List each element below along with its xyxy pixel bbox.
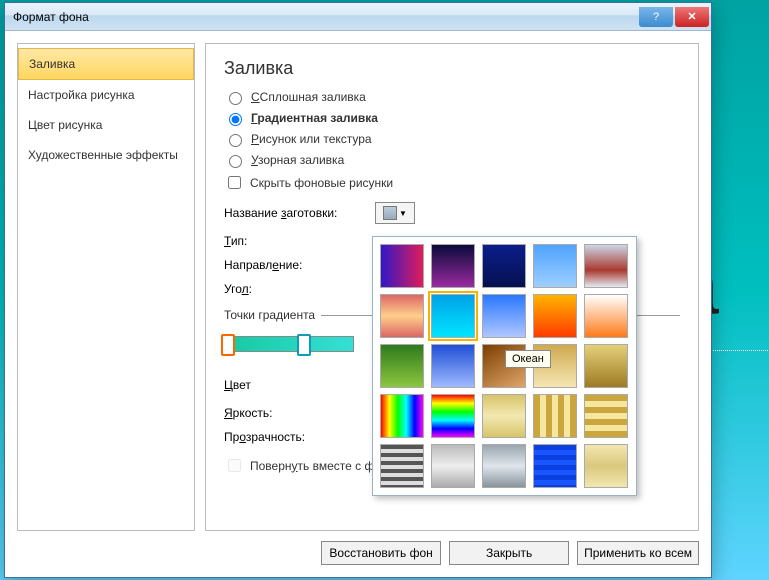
sidebar-item-color[interactable]: Цвет рисунка <box>18 110 194 140</box>
preset-p15[interactable] <box>584 344 628 388</box>
angle-label: Угол: <box>224 282 369 296</box>
brightness-label: Яркость: <box>224 406 369 420</box>
format-background-dialog: Формат фона ? ✕ Заливка Настройка рисунк… <box>4 2 712 578</box>
preset-p3[interactable] <box>482 244 526 288</box>
preset-p24[interactable] <box>533 444 577 488</box>
hide-background-label: Скрыть фоновые рисунки <box>250 176 393 190</box>
radio-solid-input[interactable] <box>229 92 242 105</box>
preset-p25[interactable] <box>584 444 628 488</box>
radio-gradient-label: Градиентная заливка <box>251 111 378 125</box>
preset-p5[interactable] <box>584 244 628 288</box>
preset-p10[interactable] <box>584 294 628 338</box>
preset-p2[interactable] <box>431 244 475 288</box>
color-label: Цвет <box>224 378 369 392</box>
radio-pattern[interactable]: Узорная заливка <box>224 152 680 168</box>
preset-p6[interactable] <box>380 294 424 338</box>
preset-p9[interactable] <box>533 294 577 338</box>
radio-picture-label: Рисунок или текстура <box>251 132 372 146</box>
preset-p16[interactable] <box>380 394 424 438</box>
apply-all-button[interactable]: Применить ко всем <box>577 541 699 565</box>
sidebar-item-effects[interactable]: Художественные эффекты <box>18 140 194 170</box>
radio-gradient[interactable]: Градиентная заливка <box>224 110 680 126</box>
preset-p8[interactable] <box>482 294 526 338</box>
preset-p11[interactable] <box>380 344 424 388</box>
sidebar-item-label: Настройка рисунка <box>28 88 135 102</box>
preset-swatch-icon <box>383 206 397 220</box>
titlebar: Формат фона ? ✕ <box>5 3 711 31</box>
sidebar-item-picture[interactable]: Настройка рисунка <box>18 80 194 110</box>
dialog-footer: Восстановить фон Закрыть Применить ко вс… <box>17 531 699 565</box>
sidebar-item-label: Цвет рисунка <box>28 118 102 132</box>
preset-tooltip: Океан <box>505 350 551 368</box>
preset-p22[interactable] <box>431 444 475 488</box>
content-heading: Заливка <box>224 58 680 79</box>
radio-solid-label: ССплошная заливка <box>251 90 366 104</box>
radio-picture-input[interactable] <box>229 134 242 147</box>
gradient-slider[interactable] <box>224 336 354 352</box>
transparency-label: Прозрачность: <box>224 430 369 444</box>
type-label: Тип: <box>224 234 369 248</box>
close-icon: ✕ <box>687 10 696 23</box>
hide-background-checkbox[interactable] <box>228 176 241 189</box>
preset-p12[interactable] <box>431 344 475 388</box>
radio-pattern-input[interactable] <box>229 155 242 168</box>
chevron-down-icon: ▼ <box>399 209 407 218</box>
window-buttons: ? ✕ <box>639 7 711 27</box>
hide-background-row[interactable]: Скрыть фоновые рисунки <box>224 173 680 192</box>
gradient-stops-legend: Точки градиента <box>224 308 321 322</box>
preset-name-label: Название заготовки: <box>224 206 369 220</box>
radio-gradient-input[interactable] <box>229 113 242 126</box>
preset-p7[interactable] <box>431 294 475 338</box>
direction-label: Направление: <box>224 258 369 272</box>
preset-p18[interactable] <box>482 394 526 438</box>
close-button[interactable]: ✕ <box>675 7 709 27</box>
sidebar-item-label: Художественные эффекты <box>28 148 178 162</box>
close-dialog-button[interactable]: Закрыть <box>449 541 569 565</box>
dialog-title: Формат фона <box>13 10 639 24</box>
help-button[interactable]: ? <box>639 7 673 27</box>
sidebar-item-fill[interactable]: Заливка <box>18 48 194 80</box>
gradient-thumb-2[interactable] <box>297 334 311 356</box>
sidebar-item-label: Заливка <box>29 57 75 71</box>
preset-p1[interactable] <box>380 244 424 288</box>
radio-solid[interactable]: ССплошная заливка <box>224 89 680 105</box>
sidebar: Заливка Настройка рисунка Цвет рисунка Х… <box>17 43 195 531</box>
gradient-thumb-1[interactable] <box>221 334 235 356</box>
preset-p19[interactable] <box>533 394 577 438</box>
help-icon: ? <box>653 11 659 23</box>
preset-dropdown-button[interactable]: ▼ <box>375 202 415 224</box>
preset-p23[interactable] <box>482 444 526 488</box>
radio-picture[interactable]: Рисунок или текстура <box>224 131 680 147</box>
radio-pattern-label: Узорная заливка <box>251 153 344 167</box>
reset-background-button[interactable]: Восстановить фон <box>321 541 441 565</box>
preset-p4[interactable] <box>533 244 577 288</box>
preset-name-row: Название заготовки: ▼ <box>224 202 680 224</box>
rotate-checkbox <box>228 459 241 472</box>
preset-p21[interactable] <box>380 444 424 488</box>
preset-p20[interactable] <box>584 394 628 438</box>
preset-p17[interactable] <box>431 394 475 438</box>
